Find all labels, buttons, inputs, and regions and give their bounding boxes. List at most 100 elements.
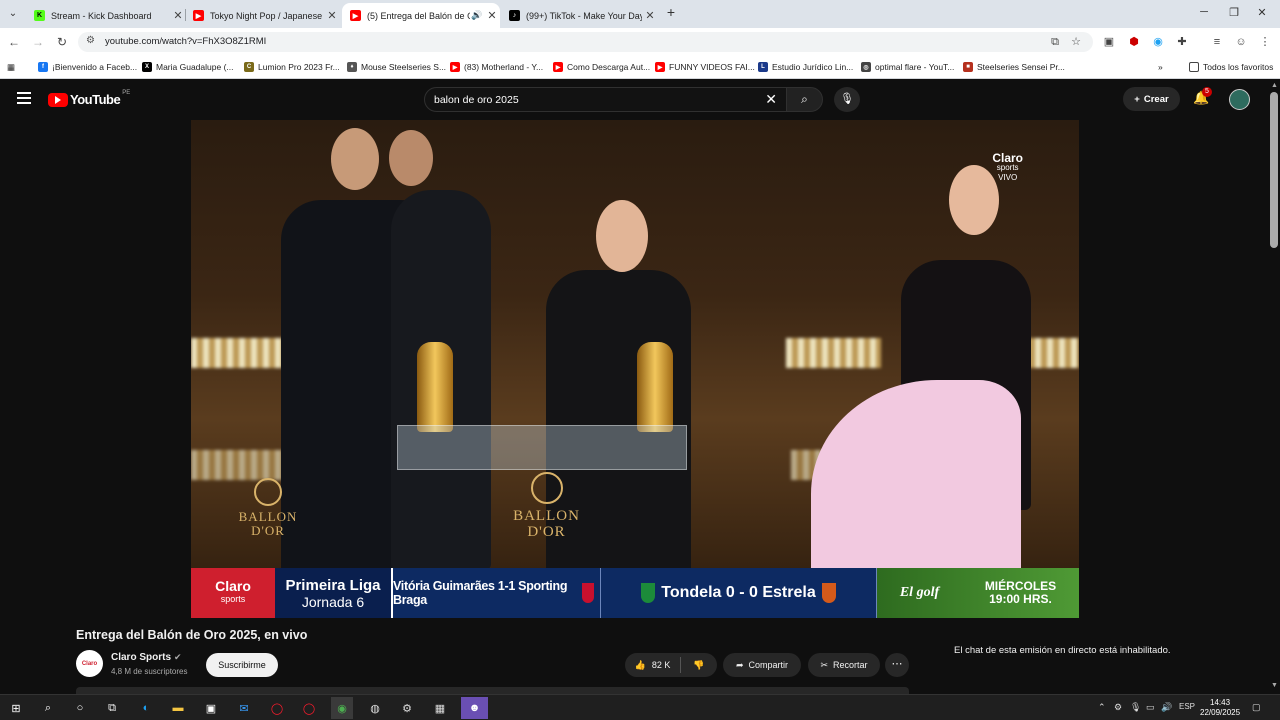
like-button[interactable]: 👍 82 K [625,657,681,673]
close-icon[interactable]: ✕ [170,9,186,22]
task-view-icon[interactable]: ⧉ [101,697,123,719]
search-input[interactable] [434,92,754,108]
app-icon[interactable]: ◍ [364,697,386,719]
subscribe-button[interactable]: Suscribirme [206,653,278,677]
action-center-icon[interactable]: ▢ [1252,702,1261,713]
close-icon[interactable]: ✕ [484,9,500,22]
tab-title: Tokyo Night Pop / Japanese Ne [210,10,324,21]
channel-name[interactable]: Claro Sports [111,652,171,663]
media-controls-icon[interactable]: ≡ [1210,35,1224,49]
address-bar[interactable]: ⚙ youtube.com/watch?v=FhX3O8Z1RMI [78,32,1093,52]
bookmark-item[interactable]: ▶ (83) Motherland - Y... [450,60,543,74]
volume-icon[interactable]: 🔊 [1161,702,1172,713]
bookmark-item[interactable]: ▶ Como Descarga Aut... [553,60,650,74]
system-clock[interactable]: 14:43 22/09/2025 [1200,698,1240,718]
hamburger-menu-icon[interactable] [17,92,31,104]
bookmark-item[interactable]: L Estudio Jurídico Lin... [758,60,853,74]
clip-button[interactable]: ✂ Recortar [808,653,880,677]
ticker-brand: Claro sports [191,568,275,618]
video-player[interactable]: BALLON D'OR BALLON D'OR Claro sports VIV… [191,120,1079,618]
file-explorer-icon[interactable]: ▬ [167,697,189,719]
bookmark-item[interactable]: ♦ Mouse Steelseries S... [347,60,446,74]
page-scrollbar[interactable] [1270,92,1278,248]
scroll-up-arrow-icon[interactable]: ▲ [1271,82,1278,89]
create-button[interactable]: + Crear [1123,87,1180,111]
edge-icon[interactable]: ◐ [135,697,157,719]
steam-icon[interactable]: ⚙ [396,697,418,719]
steelseries-icon: ♦ [347,62,357,72]
chrome-icon[interactable]: ◉ [331,697,353,719]
language-indicator[interactable]: ESP [1179,702,1195,711]
more-actions-button[interactable]: ⋯ [885,653,909,677]
ticker-ad: El golf MIÉRCOLES 19:00 HRS. [877,568,1079,618]
subscriber-count: 4,8 M de suscriptores [111,667,188,676]
profile-icon[interactable]: ☺ [1234,35,1248,49]
store-icon[interactable]: ▣ [200,697,222,719]
bookmark-item[interactable]: ◎ optimal flare - YouT... [861,60,954,74]
new-tab-button[interactable]: + [663,4,679,24]
ballon-dor-logo: BALLON D'OR [233,478,303,538]
voice-search-button[interactable]: 🎙 [834,87,860,112]
speaker-icon[interactable]: 🔊 [470,10,484,21]
bookmark-item[interactable]: C Lumion Pro 2023 Fr... [244,60,340,74]
tab-search-icon[interactable]: ⌄ [5,6,21,22]
extensions-puzzle-icon[interactable]: ✚ [1175,35,1189,49]
tab-balon-de-oro[interactable]: ▶ (5) Entrega del Balón de Or 🔊 ✕ [342,3,500,28]
restore-icon[interactable]: ❐ [1224,6,1244,19]
extension-icon[interactable]: ▣ [1102,35,1116,49]
cortana-icon[interactable]: ○ [69,697,91,719]
tab-kick[interactable]: K Stream - Kick Dashboard ✕ [26,3,186,28]
share-icon: ➦ [735,659,744,670]
search-box[interactable]: ✕ [424,87,788,112]
like-count: 82 K [651,660,671,670]
install-app-icon[interactable]: ⧉ [1048,35,1062,49]
site-info-icon[interactable]: ⚙ [86,35,95,46]
tab-tiktok[interactable]: ♪ (99+) TikTok - Make Your Day ✕ [501,3,658,28]
reload-icon[interactable]: ↻ [54,34,70,50]
tab-tokyo-night-pop[interactable]: ▶ Tokyo Night Pop / Japanese Ne ✕ [185,3,340,28]
bookmark-item[interactable]: ■ Steelseries Sensei Pr... [963,60,1065,74]
bookmark-item[interactable]: f ¡Bienvenido a Faceb... [38,60,137,74]
tondela-crest-icon [641,583,656,603]
trophy [417,342,453,432]
minimize-icon[interactable]: ─ [1194,6,1214,18]
share-button[interactable]: ➦ Compartir [723,653,801,677]
bookmark-item[interactable]: X Maria Guadalupe (... [142,60,233,74]
windows-start-icon[interactable]: ⊞ [5,697,27,719]
close-window-icon[interactable]: ✕ [1252,6,1272,19]
close-icon[interactable]: ✕ [642,9,658,22]
back-arrow-icon[interactable]: ← [6,34,22,50]
microphone-icon[interactable]: 🎙 [1130,702,1141,713]
mail-icon[interactable]: ✉ [233,697,255,719]
chevron-right-icon[interactable]: » [1158,60,1163,74]
extension-blue-icon[interactable]: ◉ [1151,35,1165,49]
app-icon[interactable]: ▦ [429,697,451,719]
create-label: Crear [1143,93,1169,105]
tray-chevron-icon[interactable]: ⌃ [1098,702,1106,713]
apps-grid-icon[interactable]: ▦ [7,60,15,74]
forward-arrow-icon[interactable]: → [30,34,46,50]
browser-toolbar: ← → ↻ ⚙ youtube.com/watch?v=FhX3O8Z1RMI … [0,28,1280,55]
bookmark-star-icon[interactable]: ☆ [1069,35,1083,49]
tab-title: (5) Entrega del Balón de Or [367,10,470,21]
opera-icon[interactable]: ◯ [266,697,288,719]
extension-adblock-icon[interactable]: ⬢ [1127,35,1141,49]
all-bookmarks-folder[interactable]: Todos los favoritos [1189,60,1273,74]
tray-app-icon[interactable]: ⚙ [1114,702,1122,713]
youtube-logo[interactable]: YouTube PE [48,90,130,107]
discord-icon[interactable]: ☻ [461,697,488,719]
scroll-down-arrow-icon[interactable]: ▼ [1271,682,1278,689]
dislike-button[interactable]: 👎 [681,660,717,671]
network-icon[interactable]: ▭ [1146,702,1155,713]
opera-gx-icon[interactable]: ◯ [298,697,320,719]
search-button[interactable]: ⌕ [786,87,823,112]
search-icon[interactable]: ⌕ [37,697,59,719]
bookmark-item[interactable]: ▶ FUNNY VIDEOS FAI... [655,60,755,74]
channel-avatar[interactable]: Claro [76,650,103,677]
account-avatar[interactable] [1229,89,1250,110]
url-text[interactable]: youtube.com/watch?v=FhX3O8Z1RMI [105,36,266,47]
facebook-icon: f [38,62,48,72]
clear-search-icon[interactable]: ✕ [765,91,777,108]
menu-dots-icon[interactable]: ⋮ [1258,35,1272,49]
close-icon[interactable]: ✕ [324,9,340,22]
